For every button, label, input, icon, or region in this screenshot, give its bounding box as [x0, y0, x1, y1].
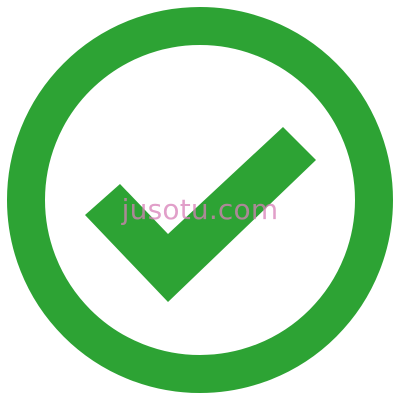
check-circle-icon — [7, 7, 393, 393]
check-mark — [85, 127, 316, 302]
check-circle-graphic: jusotu.com — [0, 0, 400, 400]
circle-ring — [7, 7, 393, 393]
